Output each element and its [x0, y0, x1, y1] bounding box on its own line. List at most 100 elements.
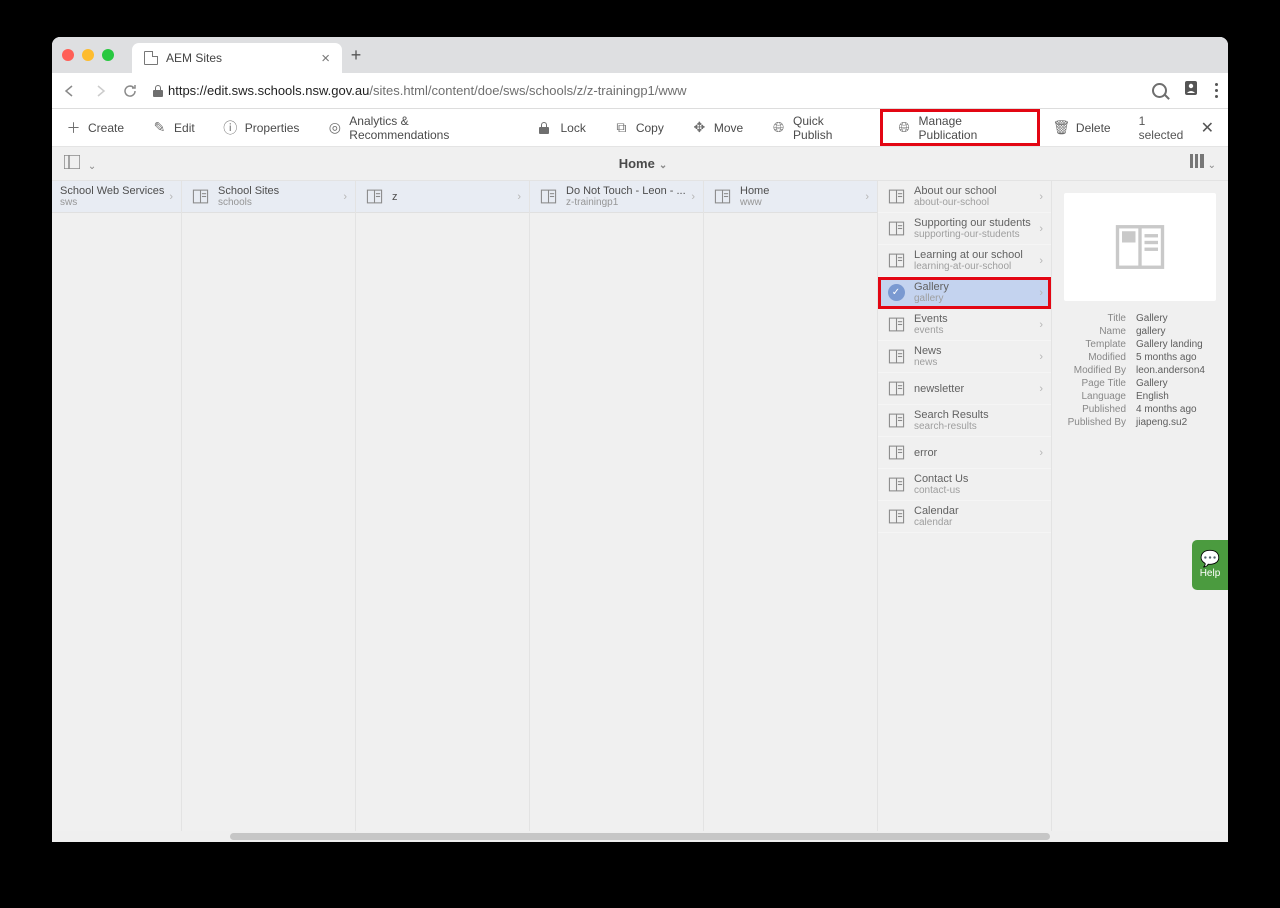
copy-icon: ⧉ — [614, 120, 629, 135]
selection-status: 1 selected ✕ — [1125, 114, 1228, 142]
analytics-button[interactable]: ◎Analytics & Recommendations — [313, 109, 524, 146]
selection-count: 1 selected — [1139, 114, 1193, 142]
column-pages: About our schoolabout-our-school›Support… — [878, 181, 1052, 831]
chevron-right-icon: › — [1039, 223, 1043, 235]
page-item[interactable]: Search Resultssearch-results — [878, 405, 1051, 437]
column-item[interactable]: School Sitesschools › — [182, 181, 355, 213]
breadcrumb[interactable]: Home⌄ — [108, 156, 1177, 171]
close-tab-icon[interactable]: × — [321, 50, 330, 67]
globe-icon: 🌐︎ — [771, 120, 786, 135]
page-icon — [878, 412, 914, 429]
column-item[interactable]: School Web Servicessws › — [52, 181, 181, 213]
detail-panel: TitleGallery Namegallery TemplateGallery l… — [1052, 181, 1228, 831]
page-icon — [878, 348, 914, 365]
column-3: Do Not Touch - Leon - ...z-trainingp1 › — [530, 181, 704, 831]
lock-icon — [152, 85, 164, 97]
forward-button[interactable] — [92, 83, 108, 99]
detail-row: Modified5 months ago — [1064, 352, 1216, 363]
lock-icon — [538, 120, 553, 135]
chevron-right-icon: › — [343, 191, 347, 203]
column-item[interactable]: Homewww › — [704, 181, 877, 213]
browser-actions — [1152, 80, 1218, 101]
zoom-icon[interactable] — [1152, 83, 1167, 98]
page-icon — [878, 476, 914, 493]
page-icon — [356, 188, 392, 205]
address-bar[interactable]: https://edit.sws.schools.nsw.gov.au/site… — [152, 83, 1138, 98]
detail-row: Published Byjiapeng.su2 — [1064, 417, 1216, 428]
back-button[interactable] — [62, 83, 78, 99]
page-item[interactable]: Newsnews› — [878, 341, 1051, 373]
page-item[interactable]: ✓Gallerygallery› — [878, 277, 1051, 309]
page-item[interactable]: Learning at our schoollearning-at-our-sc… — [878, 245, 1051, 277]
reload-button[interactable] — [122, 83, 138, 99]
edit-button[interactable]: ✎Edit — [138, 109, 209, 146]
chevron-right-icon: › — [169, 191, 173, 203]
close-window[interactable] — [62, 49, 74, 61]
page-item[interactable]: newsletter› — [878, 373, 1051, 405]
delete-button[interactable]: 🗑︎Delete — [1040, 109, 1125, 146]
help-button[interactable]: 💬 Help — [1192, 540, 1228, 590]
page-icon — [878, 188, 914, 205]
chat-icon: 💬 — [1200, 552, 1220, 568]
detail-row: Published4 months ago — [1064, 404, 1216, 415]
column-2: z › — [356, 181, 530, 831]
column-4: Homewww › — [704, 181, 878, 831]
detail-row: Modified Byleon.anderson4 — [1064, 365, 1216, 376]
detail-row: Page TitleGallery — [1064, 378, 1216, 389]
chevron-right-icon: › — [1039, 255, 1043, 267]
page-item[interactable]: Contact Uscontact-us — [878, 469, 1051, 501]
copy-button[interactable]: ⧉Copy — [600, 109, 678, 146]
column-item[interactable]: z › — [356, 181, 529, 213]
chevron-right-icon: › — [1039, 191, 1043, 203]
create-button[interactable]: ＋Create — [52, 109, 138, 146]
page-icon — [704, 188, 740, 205]
info-icon: ⓘ — [223, 120, 238, 135]
manage-publication-button[interactable]: 🌐︎Manage Publication — [880, 109, 1040, 146]
maximize-window[interactable] — [102, 49, 114, 61]
page-icon — [878, 444, 914, 461]
check-icon: ✓ — [878, 284, 914, 301]
horizontal-scrollbar[interactable] — [52, 831, 1228, 842]
move-button[interactable]: ✥Move — [678, 109, 757, 146]
page-item[interactable]: Eventsevents› — [878, 309, 1051, 341]
browser-tab[interactable]: AEM Sites × — [132, 43, 342, 73]
template-icon — [1113, 220, 1167, 274]
page-item[interactable]: About our schoolabout-our-school› — [878, 181, 1051, 213]
page-icon — [878, 508, 914, 525]
properties-button[interactable]: ⓘProperties — [209, 109, 314, 146]
column-item[interactable]: Do Not Touch - Leon - ...z-trainingp1 › — [530, 181, 703, 213]
browser-window: AEM Sites × + https://edit.sws.schools.n… — [52, 37, 1228, 842]
page-preview — [1064, 193, 1216, 301]
action-bar: ＋Create ✎Edit ⓘProperties ◎Analytics & R… — [52, 109, 1228, 147]
columns-icon — [1190, 154, 1204, 168]
detail-row: TitleGallery — [1064, 313, 1216, 324]
detail-row: TemplateGallery landing — [1064, 339, 1216, 350]
chevron-right-icon: › — [865, 191, 869, 203]
url-host: https://edit.sws.schools.nsw.gov.au — [168, 83, 369, 98]
new-tab-button[interactable]: + — [342, 45, 370, 66]
lock-button[interactable]: Lock — [524, 109, 599, 146]
page-item[interactable]: Supporting our studentssupporting-our-st… — [878, 213, 1051, 245]
page-item[interactable]: Calendarcalendar — [878, 501, 1051, 533]
rail-toggle[interactable]: ⌄ — [52, 155, 108, 172]
url-path: /sites.html/content/doe/sws/schools/z/z-… — [369, 83, 686, 98]
analytics-icon: ◎ — [327, 120, 342, 135]
detail-row: Namegallery — [1064, 326, 1216, 337]
help-label: Help — [1200, 568, 1221, 579]
profile-icon[interactable] — [1183, 80, 1199, 101]
page-icon — [878, 252, 914, 269]
tab-title: AEM Sites — [166, 51, 222, 65]
chevron-right-icon: › — [517, 191, 521, 203]
page-icon — [878, 316, 914, 333]
chevron-right-icon: › — [1039, 287, 1043, 299]
chevron-right-icon: › — [1039, 447, 1043, 459]
minimize-window[interactable] — [82, 49, 94, 61]
menu-icon[interactable] — [1215, 83, 1218, 98]
view-switcher[interactable]: ⌄ — [1178, 154, 1228, 173]
browser-toolbar: https://edit.sws.schools.nsw.gov.au/site… — [52, 73, 1228, 109]
page-icon — [530, 188, 566, 205]
page-icon — [878, 220, 914, 237]
clear-selection-icon[interactable]: ✕ — [1201, 118, 1214, 138]
page-item[interactable]: error› — [878, 437, 1051, 469]
quick-publish-button[interactable]: 🌐︎Quick Publish — [757, 109, 880, 146]
